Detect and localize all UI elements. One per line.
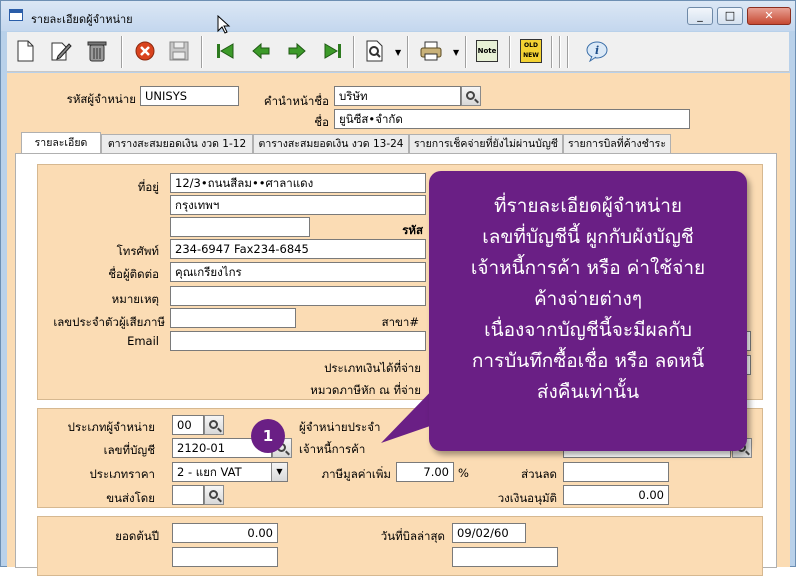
toolbar-separator <box>509 36 511 68</box>
minimize-button[interactable]: _ <box>687 7 713 25</box>
price-type-dropdown-arrow[interactable]: ▼ <box>271 463 287 481</box>
info-icon[interactable]: i <box>583 37 611 65</box>
prefix-search-icon[interactable] <box>461 86 481 106</box>
vat-unit: % <box>458 466 469 480</box>
toolbar: ▼ ▼ Note OLD NEW i <box>7 32 789 72</box>
annotation-callout: ที่รายละเอียดผู้จำหน่าย เลขที่บัญชีนี้ ผ… <box>429 171 747 451</box>
toolbar-separator <box>567 36 569 68</box>
postcode-label: รหัส <box>402 223 423 237</box>
address-line2-field[interactable]: กรุงเทพฯ <box>170 195 426 215</box>
prev-icon[interactable] <box>247 37 275 65</box>
remark-label: หมายเหตุ <box>111 292 159 306</box>
callout-line-2: เลขที่บัญชีนี้ ผูกกับผังบัญชี <box>482 226 694 248</box>
tab-balance-13-24[interactable]: ตารางสะสมยอดเงิน งวด 13-24 <box>253 134 409 154</box>
callout-line-7: ส่งคืนเท่านั้น <box>536 381 640 403</box>
title-bar: รายละเอียดผู้จำหน่าย _ □ ✕ <box>1 1 795 31</box>
tax-id-field[interactable] <box>170 308 296 328</box>
address-label: ที่อยู่ <box>137 180 159 194</box>
opening-balance-label: ยอดต้นปี <box>115 529 159 543</box>
opening-balance-field[interactable]: 0.00 <box>172 523 278 543</box>
balance-group <box>37 516 763 576</box>
price-type-value: 2 - แยก VAT <box>177 465 242 479</box>
note-icon[interactable]: Note <box>473 37 501 65</box>
toolbar-separator <box>465 36 467 68</box>
note-label: Note <box>476 40 498 62</box>
callout-line-6: การบันทึกซื้อเชื่อ หรือ ลดหนี้ <box>471 350 705 372</box>
print-dropdown-arrow[interactable]: ▼ <box>453 48 459 57</box>
last-icon[interactable] <box>319 37 347 65</box>
last-bill-date-field[interactable]: 09/02/60 <box>452 523 526 543</box>
vat-label: ภาษีมูลค่าเพิ่ม <box>321 467 392 481</box>
contact-label: ชื่อผู้ติดต่อ <box>108 267 159 281</box>
svg-text:i: i <box>595 44 599 57</box>
vendor-details-window: รายละเอียดผู้จำหน่าย _ □ ✕ ▼ ▼ Note OLD … <box>0 0 796 576</box>
toolbar-separator <box>201 36 203 68</box>
discount-label: ส่วนลด <box>521 467 557 481</box>
toolbar-separator <box>353 36 355 68</box>
next-balance-field[interactable] <box>172 547 278 567</box>
last-bill-date-label: วันที่บิลล่าสุด <box>380 529 445 543</box>
prefix-label: คำนำหน้าชื่อ <box>263 94 329 108</box>
email-field[interactable] <box>170 331 426 351</box>
phone-label: โทรศัพท์ <box>116 244 159 258</box>
trash-icon[interactable] <box>83 37 111 65</box>
cancel-icon[interactable] <box>131 37 159 65</box>
email-label: Email <box>127 334 159 348</box>
tax-id-label: เลขประจำตัวผู้เสียภาษี <box>53 315 165 329</box>
address-line1-field[interactable]: 12/3•ถนนสีลม••ศาลาแดง <box>170 173 426 193</box>
toolbar-separator <box>559 36 561 68</box>
toolbar-separator <box>407 36 409 68</box>
tab-balance-1-12[interactable]: ตารางสะสมยอดเงิน งวด 1-12 <box>101 134 253 154</box>
contact-field[interactable]: คุณเกรียงไกร <box>170 262 426 282</box>
branch-label: สาขา# <box>381 315 419 329</box>
callout-line-1: ที่รายละเอียดผู้จำหน่าย <box>493 195 682 217</box>
name-field[interactable]: ยูนิซีส•จำกัด <box>334 109 690 129</box>
save-icon[interactable] <box>165 37 193 65</box>
ship-by-field[interactable] <box>172 485 204 505</box>
window-title: รายละเอียดผู้จำหน่าย <box>31 13 133 26</box>
address-line3-field[interactable] <box>170 217 310 237</box>
phone-field[interactable]: 234-6947 Fax234-6845 <box>170 239 426 259</box>
price-type-select[interactable]: 2 - แยก VAT ▼ <box>172 462 288 482</box>
callout-line-4: ค้างจ่ายต่างๆ <box>533 288 643 310</box>
old-new-icon[interactable]: OLD NEW <box>517 37 545 65</box>
find-dropdown-arrow[interactable]: ▼ <box>395 48 401 57</box>
print-icon[interactable] <box>417 37 445 65</box>
find-icon[interactable] <box>361 37 389 65</box>
price-type-label: ประเภทราคา <box>89 467 155 481</box>
prefix-field[interactable]: บริษัท <box>334 86 461 106</box>
close-button[interactable]: ✕ <box>747 7 791 25</box>
tab-uncleared-cheques[interactable]: รายการเช็คจ่ายที่ยังไม่ผ่านบัญชี <box>409 134 563 154</box>
vendor-type-search-icon[interactable] <box>204 415 224 435</box>
remark-field[interactable] <box>170 286 426 306</box>
toolbar-separator <box>551 36 553 68</box>
ship-by-label: ขนส่งโดย <box>106 491 155 505</box>
vendor-code-label: รหัสผู้จำหน่าย <box>66 92 136 106</box>
maximize-button[interactable]: □ <box>717 7 743 25</box>
credit-limit-label: วงเงินอนุมัติ <box>497 491 557 505</box>
old-new-label: OLD NEW <box>520 39 542 63</box>
vendor-type-field[interactable]: 00 <box>172 415 204 435</box>
vat-field[interactable]: 7.00 <box>396 462 454 482</box>
account-label: เลขที่บัญชี <box>103 443 155 457</box>
tab-details[interactable]: รายละเอียด <box>21 132 101 153</box>
tab-outstanding-bills[interactable]: รายการบิลที่ค้างชำระ <box>563 134 671 154</box>
credit-limit-field[interactable]: 0.00 <box>563 485 669 505</box>
vendor-code-field[interactable]: UNISYS <box>140 86 239 106</box>
ship-by-search-icon[interactable] <box>204 485 224 505</box>
step-badge: 1 <box>251 419 285 453</box>
toolbar-separator <box>121 36 123 68</box>
next-right-field[interactable] <box>452 547 558 567</box>
window-icon <box>9 9 23 21</box>
new-icon[interactable] <box>11 37 39 65</box>
mouse-cursor-icon <box>217 15 231 34</box>
discount-field[interactable] <box>563 462 669 482</box>
callout-line-5: เนื่องจากบัญชีนี้จะมีผลกับ <box>484 319 692 341</box>
edit-icon[interactable] <box>47 37 75 65</box>
next-icon[interactable] <box>283 37 311 65</box>
first-icon[interactable] <box>211 37 239 65</box>
name-label: ชื่อ <box>314 115 329 129</box>
vendor-type-label: ประเภทผู้จำหน่าย <box>67 420 155 434</box>
callout-line-3: เจ้าหนี้การค้า หรือ ค่าใช้จ่าย <box>470 257 706 279</box>
